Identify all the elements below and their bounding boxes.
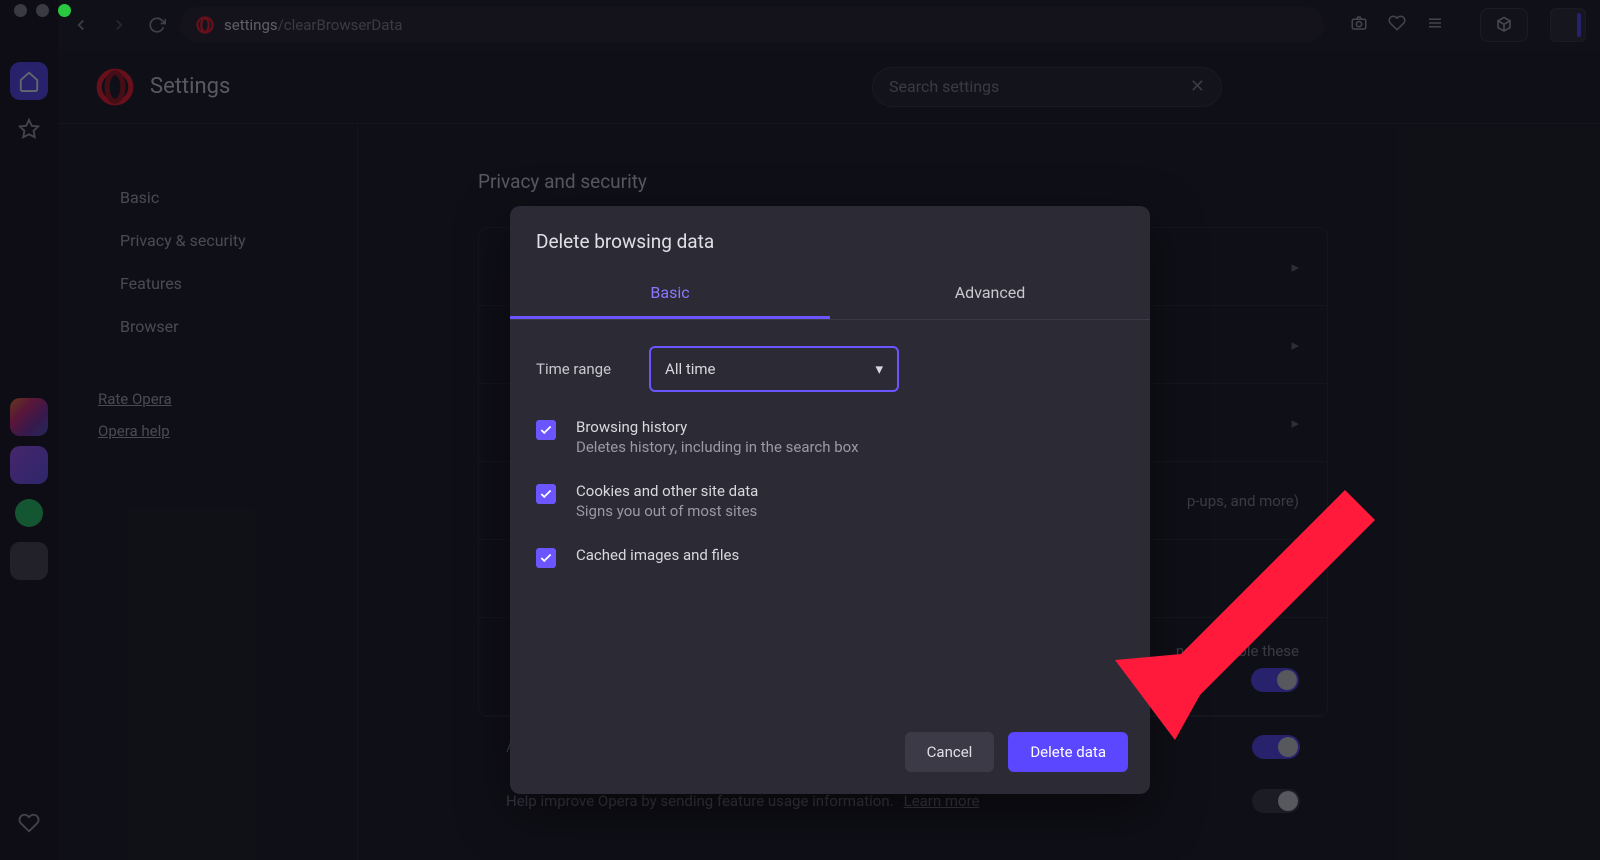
time-range-row: Time range All time ▾ (536, 346, 1124, 392)
chevron-down-icon: ▾ (876, 360, 884, 378)
check-browsing-history[interactable]: Browsing history Deletes history, includ… (536, 418, 1124, 456)
tab-basic[interactable]: Basic (510, 271, 830, 319)
window-traffic-lights (14, 4, 71, 17)
traffic-zoom[interactable] (58, 4, 71, 17)
checkbox[interactable] (536, 420, 556, 440)
check-cookies[interactable]: Cookies and other site data Signs you ou… (536, 482, 1124, 520)
modal-actions: Cancel Delete data (510, 732, 1150, 794)
tab-advanced[interactable]: Advanced (830, 271, 1150, 319)
delete-data-button[interactable]: Delete data (1008, 732, 1128, 772)
modal-body: Time range All time ▾ Browsing history D… (510, 320, 1150, 594)
checkbox[interactable] (536, 548, 556, 568)
check-cached-files[interactable]: Cached images and files (536, 546, 1124, 568)
modal-tabs: Basic Advanced (510, 271, 1150, 320)
time-range-label: Time range (536, 360, 611, 378)
delete-browsing-data-modal: Delete browsing data Basic Advanced Time… (510, 206, 1150, 794)
checkbox[interactable] (536, 484, 556, 504)
time-range-select[interactable]: All time ▾ (649, 346, 899, 392)
modal-title: Delete browsing data (510, 206, 1150, 271)
traffic-minimize[interactable] (36, 4, 49, 17)
traffic-close[interactable] (14, 4, 27, 17)
time-range-value: All time (665, 360, 715, 378)
cancel-button[interactable]: Cancel (905, 732, 995, 772)
